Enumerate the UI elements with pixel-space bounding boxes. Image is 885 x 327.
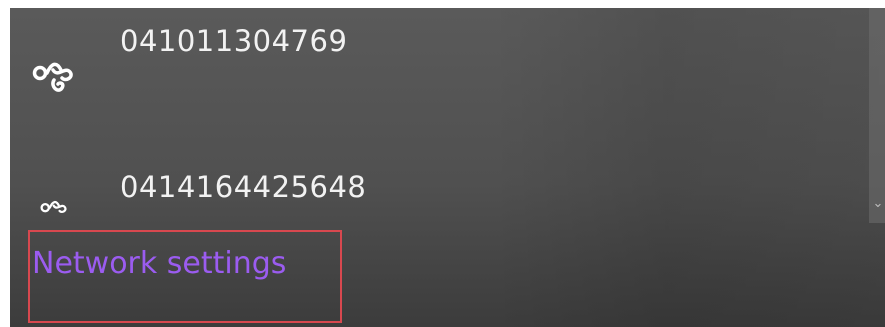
cellular-link-icon: [32, 62, 73, 92]
scrollbar[interactable]: ⌄: [869, 8, 885, 223]
cellular-link-icon: [40, 200, 67, 214]
network-name: 0414164425648: [120, 170, 367, 204]
network-item[interactable]: 041011304769: [10, 8, 870, 138]
chevron-down-icon[interactable]: ⌄: [872, 194, 884, 214]
network-item[interactable]: 0414164425648: [10, 156, 870, 226]
network-name: 041011304769: [120, 24, 348, 58]
network-flyout: 041011304769 0414164425648 ⌄ Network set…: [10, 8, 885, 327]
network-settings-link[interactable]: Network settings: [32, 246, 286, 281]
